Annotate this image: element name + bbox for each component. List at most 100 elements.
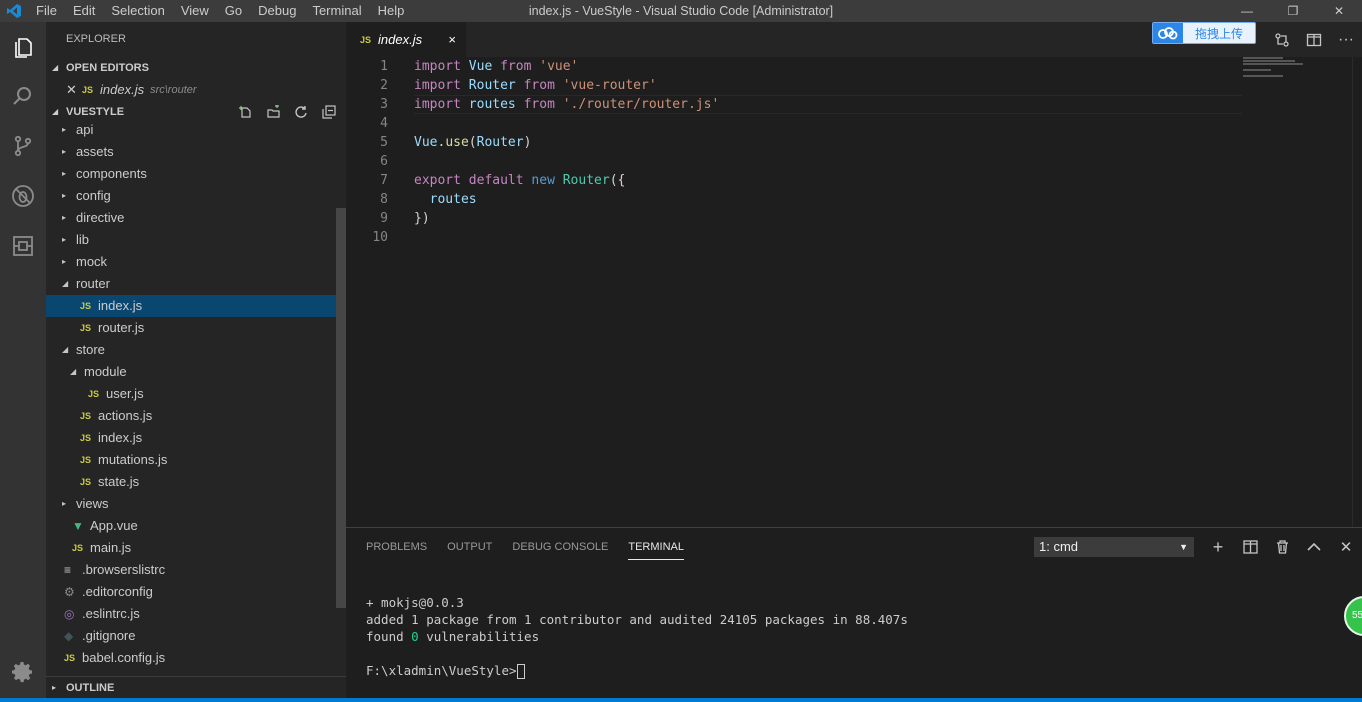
tree-item-api[interactable]: ▸ api [46, 119, 336, 141]
code-token: Router [476, 135, 524, 150]
tree-item-components[interactable]: ▸ components [46, 163, 336, 185]
file-tree: ◢src▸api▸assets▸components▸config▸direct… [46, 112, 336, 676]
upload-label: 拖拽上传 [1194, 26, 1243, 41]
code-line: 6 [346, 152, 1362, 171]
menu-item-help[interactable]: Help [370, 0, 413, 22]
tree-item-store[interactable]: ◢ store [46, 339, 336, 361]
minimap[interactable] [1243, 57, 1353, 97]
code-line: 10 [346, 228, 1362, 247]
open-changes-icon[interactable] [1266, 32, 1298, 48]
tree-item-eslintrc-js[interactable]: ◎ .eslintrc.js [46, 603, 336, 625]
split-editor-icon[interactable] [1298, 32, 1330, 48]
menu-item-go[interactable]: Go [217, 0, 250, 22]
tab-problems[interactable]: PROBLEMS [366, 528, 427, 566]
tab-label: index.js [378, 32, 423, 47]
gear-icon[interactable] [0, 648, 46, 696]
outline-header[interactable]: ▸ OUTLINE [46, 676, 346, 698]
code-line: 5 Vue.use(Router) [346, 133, 1362, 152]
menu-item-debug[interactable]: Debug [250, 0, 304, 22]
line-number: 4 [380, 116, 388, 131]
close-icon[interactable]: ✕ [66, 79, 82, 101]
tree-item-src[interactable]: ◢src [46, 112, 336, 119]
extensions-icon[interactable] [0, 222, 46, 270]
debug-icon[interactable] [0, 172, 46, 220]
more-actions-icon[interactable]: ··· [1330, 31, 1362, 49]
tree-item-babel-config-js[interactable]: JS babel.config.js [46, 647, 336, 669]
menu-item-view[interactable]: View [173, 0, 217, 22]
menu-item-file[interactable]: File [28, 0, 65, 22]
tab-terminal[interactable]: TERMINAL [628, 534, 684, 560]
files-icon[interactable] [0, 24, 46, 72]
chevron-down-icon: ◢ [52, 63, 59, 72]
editor-scrollbar[interactable] [1352, 57, 1362, 527]
tree-item-views[interactable]: ▸ views [46, 493, 336, 515]
new-terminal-icon[interactable]: + [1202, 537, 1234, 558]
close-window-button[interactable]: ✕ [1316, 0, 1362, 22]
tree-item-label: state.js [98, 474, 140, 489]
terminal-output[interactable]: + mokjs@0.0.3 added 1 package from 1 cont… [366, 594, 908, 679]
source-control-icon[interactable] [0, 122, 46, 170]
tree-item-config[interactable]: ▸ config [46, 185, 336, 207]
trash-icon[interactable] [1266, 540, 1298, 554]
tab-debug-console[interactable]: DEBUG CONSOLE [512, 528, 608, 566]
code-token: }) [414, 211, 430, 226]
line-number: 1 [380, 59, 388, 74]
tree-item-index-js[interactable]: JS index.js [46, 295, 336, 317]
tab-output[interactable]: OUTPUT [447, 528, 492, 566]
tree-item-mutations-js[interactable]: JS mutations.js [46, 449, 336, 471]
tree-item-module[interactable]: ◢ module [46, 361, 336, 383]
code-editor[interactable]: 1 import Vue from 'vue' 2 import Router fro… [346, 57, 1362, 527]
tree-item-directive[interactable]: ▸ directive [46, 207, 336, 229]
tree-item-browserslistrc[interactable]: ≡ .browserslistrc [46, 559, 336, 581]
line-number: 7 [380, 173, 388, 188]
tree-item-lib[interactable]: ▸ lib [46, 229, 336, 251]
current-line-highlight [414, 95, 1242, 114]
code-text: routes [414, 190, 477, 209]
line-number: 10 [372, 230, 388, 245]
tree-item-label: views [76, 496, 109, 511]
restore-button[interactable]: ❐ [1270, 0, 1316, 22]
tree-item-label: router [76, 276, 110, 291]
chevron-down-icon: ◢ [54, 112, 66, 119]
tab-index-js[interactable]: JS index.js × [346, 22, 466, 57]
upload-button[interactable]: 拖拽上传 [1152, 22, 1256, 44]
tree-item-label: directive [76, 210, 125, 225]
menu-bar: File Edit Selection View Go Debug Terminal Help [28, 0, 412, 22]
window-controls: — ❐ ✕ [1224, 0, 1362, 22]
tree-item-editorconfig[interactable]: ⚙ .editorconfig [46, 581, 336, 603]
tree-item-index-js[interactable]: JS index.js [46, 427, 336, 449]
open-editor-item[interactable]: ✕ JS index.js src\router [46, 79, 346, 101]
tree-item-user-js[interactable]: JS user.js [46, 383, 336, 405]
status-bar [0, 698, 1362, 702]
menu-item-terminal[interactable]: Terminal [304, 0, 369, 22]
tree-item-label: mutations.js [98, 452, 168, 467]
tree-item-app-vue[interactable]: ▼ App.vue [46, 515, 336, 537]
code-line: 7 export default new Router({ [346, 171, 1362, 190]
tree-item-router-js[interactable]: JS router.js [46, 317, 336, 339]
open-editor-path: src\router [150, 84, 197, 96]
close-panel-icon[interactable]: ✕ [1330, 538, 1362, 556]
menu-item-selection[interactable]: Selection [103, 0, 172, 22]
tree-item-label: user.js [106, 386, 144, 401]
open-editors-header[interactable]: ◢ OPEN EDITORS [46, 57, 346, 79]
minimize-button[interactable]: — [1224, 0, 1270, 22]
sidebar-scrollbar[interactable] [336, 208, 346, 608]
panel-actions: + ✕ [1202, 528, 1362, 566]
maximize-panel-icon[interactable] [1298, 542, 1330, 552]
tree-item-state-js[interactable]: JS state.js [46, 471, 336, 493]
menu-item-edit[interactable]: Edit [65, 0, 103, 22]
tree-item-gitignore[interactable]: ◆ .gitignore [46, 625, 336, 647]
code-token: Vue [468, 59, 493, 74]
tree-item-main-js[interactable]: JS main.js [46, 537, 336, 559]
tree-item-assets[interactable]: ▸ assets [46, 141, 336, 163]
terminal-select[interactable]: 1: cmd ▼ [1034, 537, 1194, 557]
tree-item-label: config [76, 188, 111, 203]
tab-close-icon[interactable]: × [448, 32, 456, 47]
tree-item-actions-js[interactable]: JS actions.js [46, 405, 336, 427]
dropdown-arrow-icon: ▼ [1179, 542, 1188, 552]
tree-item-mock[interactable]: ▸ mock [46, 251, 336, 273]
search-icon[interactable] [0, 72, 46, 120]
tree-item-router[interactable]: ◢ router [46, 273, 336, 295]
code-text: }) [414, 209, 430, 228]
split-terminal-icon[interactable] [1234, 540, 1266, 554]
